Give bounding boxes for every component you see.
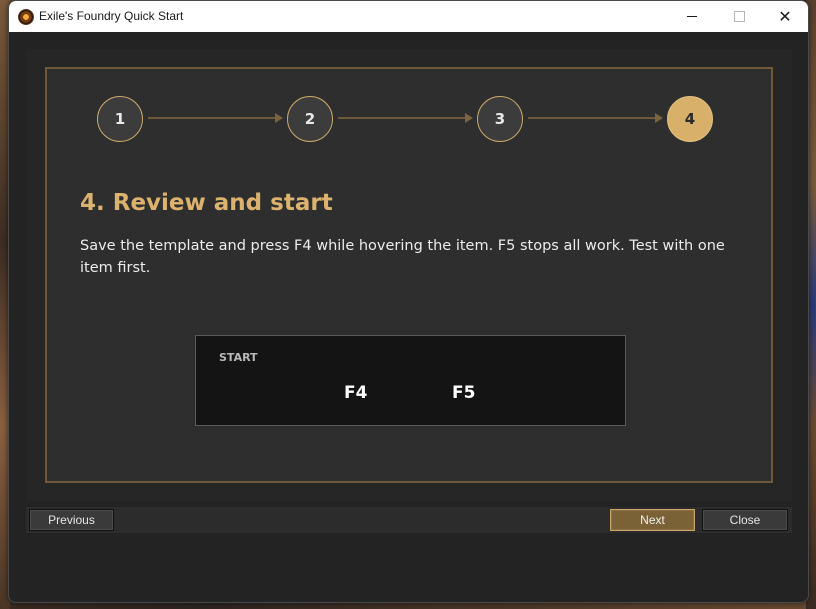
hotkey-box: START F4 F5 — [195, 335, 626, 426]
next-button[interactable]: Next — [610, 509, 695, 531]
close-window-button[interactable]: ✕ — [762, 1, 808, 32]
app-orb-icon — [18, 9, 34, 25]
step-connector-2 — [338, 117, 468, 119]
step-panel: 1 2 3 4 4. Review and start Save the tem… — [45, 67, 773, 483]
start-key: F4 — [344, 383, 368, 403]
quick-start-window: Exile's Foundry Quick Start ✕ 1 2 3 4 4.… — [8, 0, 809, 603]
minimize-icon — [687, 16, 697, 17]
step-4-circle: 4 — [667, 96, 713, 142]
maximize-button[interactable] — [716, 1, 762, 32]
previous-button[interactable]: Previous — [29, 509, 114, 531]
arrow-right-icon — [655, 113, 663, 123]
close-icon: ✕ — [778, 6, 792, 26]
arrow-right-icon — [275, 113, 283, 123]
title-bar[interactable]: Exile's Foundry Quick Start ✕ — [9, 1, 808, 32]
step-3-circle: 3 — [477, 96, 523, 142]
step-2-circle: 2 — [287, 96, 333, 142]
step-connector-1 — [148, 117, 278, 119]
stop-key: F5 — [452, 383, 476, 403]
step-heading: 4. Review and start — [80, 190, 333, 216]
step-description: Save the template and press F4 while hov… — [80, 238, 725, 276]
hotkey-label: START — [219, 351, 258, 364]
arrow-right-icon — [465, 113, 473, 123]
step-connector-3 — [528, 117, 658, 119]
maximize-icon — [733, 11, 745, 22]
close-button[interactable]: Close — [702, 509, 788, 531]
window-title: Exile's Foundry Quick Start — [39, 9, 184, 23]
step-1-circle: 1 — [97, 96, 143, 142]
minimize-button[interactable] — [669, 1, 715, 32]
